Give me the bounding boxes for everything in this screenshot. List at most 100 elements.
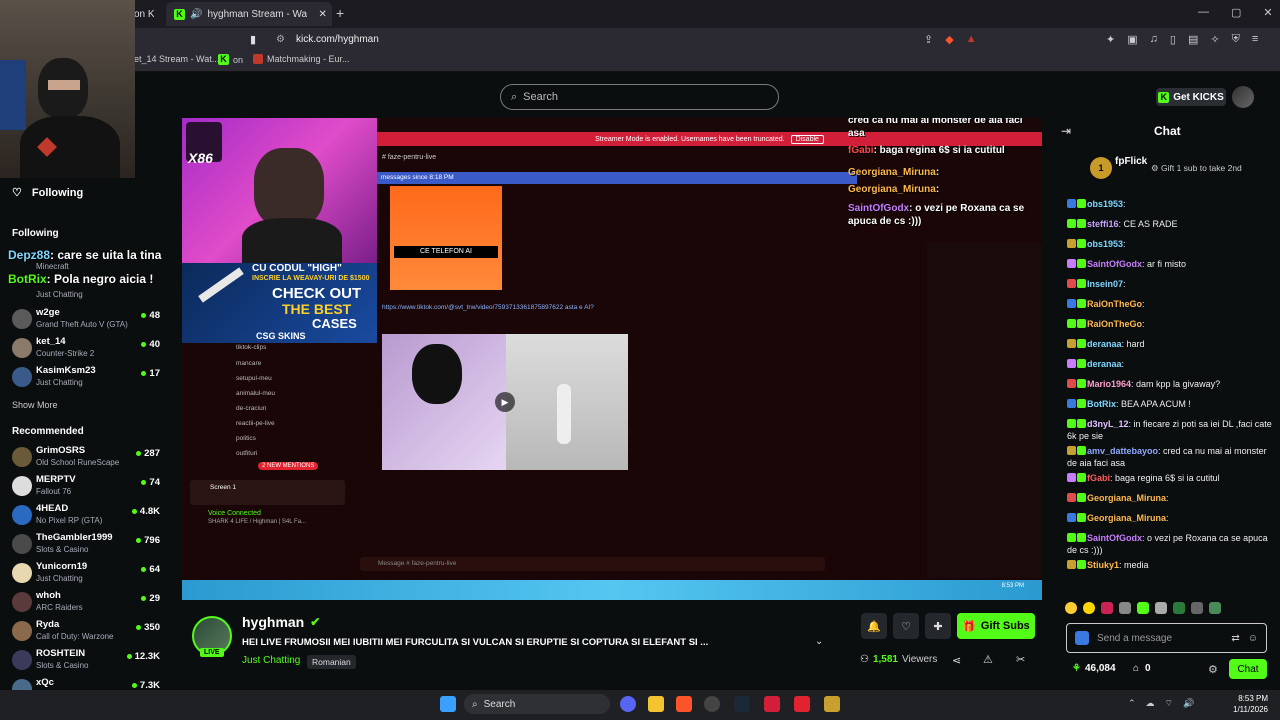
brave-shield-icon[interactable]: ◆	[945, 33, 953, 46]
share-icon[interactable]: ⇪	[924, 33, 933, 46]
notification-bell-button[interactable]: 🔔	[861, 613, 887, 639]
emote-icon[interactable]	[1137, 602, 1149, 614]
chat-username[interactable]: deranaa	[1087, 359, 1122, 369]
screenshot-icon[interactable]: ▣	[1127, 33, 1137, 46]
minimize-icon[interactable]: —	[1198, 6, 1209, 19]
chat-username[interactable]: Mario1964	[1087, 379, 1131, 389]
following-nav[interactable]: ♡ Following	[12, 186, 83, 200]
chat-username[interactable]: obs1953	[1087, 239, 1123, 249]
sidebar-channel[interactable]: Yunicorn19 Just Chatting 64	[12, 560, 162, 588]
chat-username[interactable]: steffi16	[1087, 219, 1119, 229]
chat-username[interactable]: Georgiana_Miruna	[1087, 513, 1166, 523]
wallet-icon[interactable]: ▤	[1188, 33, 1198, 46]
chat-username[interactable]: BotRix	[1087, 399, 1116, 409]
chat-input[interactable]: Send a message ⇄ ☺	[1066, 623, 1267, 653]
translate-icon[interactable]: ⇄	[1231, 633, 1239, 644]
discord-icon[interactable]	[620, 696, 636, 712]
chat-username[interactable]: Insein07	[1087, 279, 1123, 289]
sidebar-channel[interactable]: 4HEAD No Pixel RP (GTA) 4.8K	[12, 502, 162, 530]
language-tag[interactable]: Romanian	[307, 654, 356, 669]
chat-username[interactable]: SaintOfGodx	[1087, 259, 1142, 269]
emoji-icon[interactable]: ☺	[1248, 633, 1258, 644]
browser-tab-active[interactable]: K 🔊 hyghman Stream - Watch Live ✕	[166, 2, 332, 26]
emote-icon[interactable]	[1191, 602, 1203, 614]
expand-title-icon[interactable]: ⌄	[815, 636, 823, 647]
follow-heart-button[interactable]: ♡	[893, 613, 919, 639]
chat-username[interactable]: Stiuky1	[1087, 560, 1119, 570]
site-settings-icon[interactable]: ⚙	[276, 34, 285, 45]
sidebar-channel[interactable]: ket_14 Counter-Strike 2 40	[12, 335, 162, 363]
chat-settings-icon[interactable]: ⚙	[1208, 663, 1218, 676]
windows-start-icon[interactable]	[440, 696, 456, 712]
sidebar-channel[interactable]: xQc 7.3K	[12, 676, 162, 690]
sidebar-channel[interactable]: KasimKsm23 Just Chatting 17	[12, 364, 162, 392]
chat-username[interactable]: amv_dattebayoo	[1087, 446, 1158, 456]
volume-icon[interactable]: 🔊	[1183, 698, 1194, 709]
identity-icon[interactable]	[1075, 631, 1089, 645]
chat-username[interactable]: d3nyL_12	[1087, 419, 1129, 429]
kicks-button[interactable]: ✚	[925, 613, 951, 639]
emote-icon[interactable]	[1119, 602, 1131, 614]
emote-icon[interactable]	[1101, 602, 1113, 614]
sidebar-toggle-icon[interactable]: ▯	[1170, 33, 1176, 46]
settings-app-icon[interactable]	[704, 696, 720, 712]
close-tab-icon[interactable]: ✕	[318, 9, 326, 20]
close-window-icon[interactable]: ✕	[1263, 6, 1272, 19]
app-icon[interactable]	[824, 696, 840, 712]
tray-chevron-icon[interactable]: ⌃	[1128, 698, 1136, 709]
app-icon[interactable]	[794, 696, 810, 712]
user-avatar[interactable]	[1232, 86, 1254, 108]
sidebar-channel[interactable]: Ryda Call of Duty: Warzone 350	[12, 618, 162, 646]
stream-category[interactable]: Just Chatting	[242, 655, 300, 666]
channel-points[interactable]: ⚘ 46,084	[1072, 663, 1116, 674]
music-icon[interactable]: ♫	[1150, 33, 1158, 46]
video-player[interactable]: X86 CU CODUL "HIGH" INSCRIE LA WEAVAY-UR…	[182, 118, 1042, 600]
chat-username[interactable]: deranaa	[1087, 339, 1122, 349]
emote-icon[interactable]	[1173, 602, 1185, 614]
chat-username[interactable]: obs1953	[1087, 199, 1123, 209]
new-tab-button[interactable]: +	[336, 5, 344, 21]
show-more-link[interactable]: Show More	[12, 400, 58, 410]
emote-icon[interactable]	[1155, 602, 1167, 614]
sidebar-channel[interactable]: GrimOSRS Old School RuneScape 287	[12, 444, 162, 472]
maximize-icon[interactable]: ▢	[1231, 6, 1241, 19]
menu-icon[interactable]: ≡	[1252, 33, 1258, 46]
vpn-icon[interactable]: ⛨	[1232, 33, 1240, 46]
emote-icon[interactable]	[1083, 602, 1095, 614]
sidebar-channel[interactable]: MERPTV Fallout 76 74	[12, 473, 162, 501]
sidebar-channel[interactable]: w2ge Grand Theft Auto V (GTA) 48	[12, 306, 162, 334]
gift-prompt[interactable]: ⚙ Gift 1 sub to take 2nd	[1151, 163, 1242, 174]
taskbar-search[interactable]: ⌕ Search	[464, 694, 610, 714]
bookmark-icon[interactable]: ▮	[250, 33, 256, 46]
emote-icon[interactable]	[1065, 602, 1077, 614]
chat-username[interactable]: RaiOnTheGo	[1087, 299, 1142, 309]
share-icon[interactable]: ⋖	[952, 654, 961, 667]
url-field[interactable]: kick.com/hyghman	[296, 34, 379, 45]
wifi-icon[interactable]: ⌔	[1165, 698, 1173, 709]
tray-app-icon[interactable]: ☁	[1146, 698, 1155, 709]
bookmark-item[interactable]: Matchmaking - Eur...	[253, 54, 350, 64]
clip-icon[interactable]: ✂	[1016, 653, 1025, 666]
streamer-name[interactable]: hyghman	[242, 614, 304, 630]
chat-username[interactable]: Georgiana_Miruna	[1087, 493, 1166, 503]
predictions[interactable]: ⌂ 0	[1133, 663, 1151, 674]
extensions-icon[interactable]: ✦	[1106, 33, 1115, 46]
leo-icon[interactable]: ✧	[1210, 33, 1219, 46]
browser-tab-previous[interactable]: on K	[134, 2, 154, 26]
chat-username[interactable]: fGabi	[1087, 473, 1110, 483]
chat-username[interactable]: RaiOnTheGo	[1087, 319, 1142, 329]
bookmark-item[interactable]: et_14 Stream - Wat...	[134, 54, 219, 64]
steam-icon[interactable]	[734, 696, 750, 712]
bookmark-item[interactable]: Kon	[218, 54, 243, 65]
get-kicks-button[interactable]: K Get KICKS	[1156, 88, 1226, 106]
sidebar-channel[interactable]: TheGambler1999 Slots & Casino 796	[12, 531, 162, 559]
sidebar-channel[interactable]: whoh ARC Raiders 29	[12, 589, 162, 617]
search-input[interactable]: ⌕ Search	[500, 84, 779, 110]
report-icon[interactable]: ⚠	[983, 653, 993, 666]
faceit-app-icon[interactable]	[764, 696, 780, 712]
file-explorer-icon[interactable]	[648, 696, 664, 712]
sidebar-channel[interactable]: ROSHTEIN Slots & Casino 12.3K	[12, 647, 162, 675]
brave-icon[interactable]	[676, 696, 692, 712]
rewards-icon[interactable]: ▲	[966, 33, 977, 46]
gift-subs-button[interactable]: 🎁 Gift Subs	[957, 613, 1035, 639]
